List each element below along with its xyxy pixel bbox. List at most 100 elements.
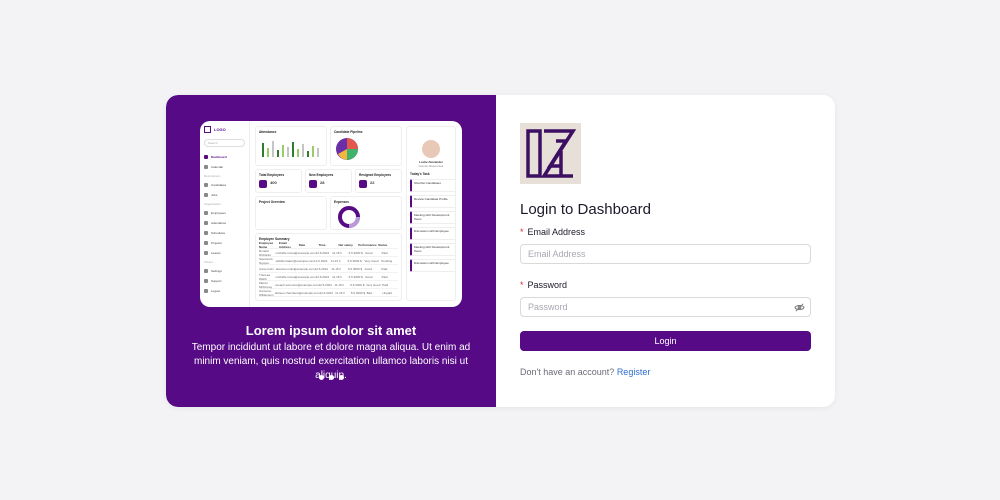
carousel-dot[interactable] xyxy=(318,375,324,380)
preview-task-title: Today's Task xyxy=(410,172,430,176)
preview-nav-item: Settings xyxy=(204,266,245,276)
email-label: * Email Address xyxy=(520,227,585,237)
promo-panel: LOGO Search Dashboard Calendar Recruitment… xyxy=(166,95,496,407)
preview-table-cell: Good xyxy=(365,274,373,279)
preview-kpi-value: 22 xyxy=(370,180,375,185)
dashboard-preview-image: LOGO Search Dashboard Calendar Recruitment… xyxy=(200,121,462,307)
preview-attendance-bar xyxy=(302,144,304,157)
preview-table-cell: Bad xyxy=(366,290,372,295)
preview-search: Search xyxy=(204,139,245,147)
preview-project-card: Project Overview xyxy=(255,196,327,230)
preview-table-row: Theresa Webb michelle.rivera@example.com 1… xyxy=(259,273,398,281)
password-field[interactable] xyxy=(520,297,811,317)
preview-table-cell: Unpaid xyxy=(382,290,392,295)
preview-attendance-bar xyxy=(277,150,279,157)
preview-nav-label: Dashboard xyxy=(211,155,227,159)
eye-off-icon[interactable] xyxy=(794,302,805,313)
preview-nav-label: Leaves xyxy=(211,251,221,255)
preview-nav: Dashboard Calendar Recruitment Candidates Jo… xyxy=(204,152,245,296)
preview-nav-item: Leaves xyxy=(204,248,245,258)
preview-nav-label: Candidates xyxy=(211,183,227,187)
preview-nav-icon xyxy=(204,211,208,215)
preview-table-cell: 12.6.2024 xyxy=(314,266,328,271)
preview-table-header: Employee Name Email Address Date Time Net sa… xyxy=(259,241,398,249)
carousel-dots xyxy=(166,375,496,380)
preview-nav-label: Schedules xyxy=(211,231,226,235)
preview-table-cell: 5.6 9000 $ xyxy=(348,274,363,279)
required-asterisk: * xyxy=(520,280,524,290)
password-label-text: Password xyxy=(527,280,568,290)
required-asterisk: * xyxy=(520,227,524,237)
preview-event-item: Meeting with Development Team xyxy=(410,243,456,256)
carousel-dot[interactable] xyxy=(328,375,334,380)
preview-table-cell: 5.6 9000 $ xyxy=(350,290,366,295)
preview-table-cell: 11.15 h xyxy=(335,290,345,295)
preview-table-cell: Good xyxy=(365,250,373,255)
preview-table-cell: 5.6 9000 $ xyxy=(350,282,365,287)
preview-kpi-card: New Employees 28 xyxy=(305,169,352,193)
preview-kpi-icon xyxy=(259,180,267,188)
preview-nav-label: Calendar xyxy=(211,165,224,169)
preview-table-cell: Cameron Williamson xyxy=(259,288,274,297)
preview-attendance-bar xyxy=(287,147,289,157)
login-button[interactable]: Login xyxy=(520,331,811,351)
preview-nav-icon xyxy=(204,279,208,283)
preview-table-cell: 11.15 h xyxy=(330,258,341,263)
preview-nav-item: Logout xyxy=(204,286,245,296)
preview-table-header-cell: Email Address xyxy=(278,240,291,249)
preview-nav-section: Organization xyxy=(204,202,222,206)
preview-table-cell: Very Good xyxy=(364,258,379,263)
preview-nav-icon xyxy=(204,183,208,187)
preview-nav-item: Jobs xyxy=(204,190,245,200)
preview-nav-label: Attendance xyxy=(211,221,227,225)
preview-logo-text: LOGO xyxy=(214,127,226,132)
preview-table-cell: 12.6.2024 xyxy=(315,250,330,255)
preview-kpi-value: 28 xyxy=(320,180,325,185)
preview-event-item: Discussion with Employee xyxy=(410,227,456,240)
preview-nav-icon xyxy=(204,269,208,273)
preview-nav-label: Employees xyxy=(211,211,226,215)
preview-table-cell: Savannah Nguyen xyxy=(259,256,273,265)
preview-table-header-cell: Time xyxy=(318,242,326,247)
preview-table-cell: 5.6 9000 $ xyxy=(348,250,363,255)
preview-table-row: Annie Irwin deanna.curtis@example.com 12.6… xyxy=(259,265,398,273)
preview-nav-item: Dashboard xyxy=(204,152,245,162)
email-label-text: Email Address xyxy=(527,227,586,237)
preview-attendance-bar xyxy=(262,143,264,157)
preview-nav-label: Support xyxy=(211,279,222,283)
email-field[interactable] xyxy=(520,244,811,264)
login-form-panel: Login to Dashboard *Email Address *Passw… xyxy=(496,95,835,407)
preview-table-cell: 12.6.2024 xyxy=(315,274,330,279)
register-link[interactable]: Register xyxy=(617,367,651,377)
preview-logo: LOGO xyxy=(204,126,245,133)
carousel-dot[interactable] xyxy=(338,375,344,380)
preview-avatar xyxy=(422,140,440,158)
preview-nav-icon xyxy=(204,155,208,159)
preview-kpi-icon xyxy=(359,180,367,188)
preview-table-cell: Annie Irwin xyxy=(259,266,274,271)
preview-table-cell: Pending xyxy=(381,258,393,263)
preview-expenses-card: Expenses xyxy=(330,196,402,230)
preview-nav-icon xyxy=(204,165,208,169)
preview-attendance-bar xyxy=(292,142,294,157)
preview-table-cell: 11.15 h xyxy=(334,282,345,287)
login-heading: Login to Dashboard xyxy=(520,201,651,218)
preview-summary-table: Employee Name Email Address Date Time Net sa… xyxy=(259,241,398,297)
preview-table-row: Savannah Nguyen debbie.baker@example.com 1… xyxy=(259,257,398,265)
preview-nav-label: Logout xyxy=(211,289,221,293)
preview-table-cell: dolores.chambers@example.com xyxy=(274,290,320,295)
preview-table-cell: 11.15 h xyxy=(332,274,342,279)
preview-kpi-value: 400 xyxy=(270,180,277,185)
preview-table-cell: Good xyxy=(364,266,372,271)
preview-nav-item: Calendar xyxy=(204,162,245,172)
login-card: LOGO Search Dashboard Calendar Recruitment… xyxy=(166,95,835,407)
preview-kpi-card: Resigned Employees 22 xyxy=(355,169,402,193)
preview-attendance-bar xyxy=(267,148,269,157)
preview-event-item: Review Candidate Profile xyxy=(410,195,456,208)
preview-attendance-bar xyxy=(282,145,284,157)
preview-table-cell: michelle.rivera@example.com xyxy=(275,274,316,279)
preview-attendance-bar xyxy=(307,151,309,157)
preview-table-cell: Paid xyxy=(382,282,389,287)
preview-event-item: Meeting with Development Team xyxy=(410,211,456,224)
preview-attendance-bar xyxy=(312,146,314,157)
